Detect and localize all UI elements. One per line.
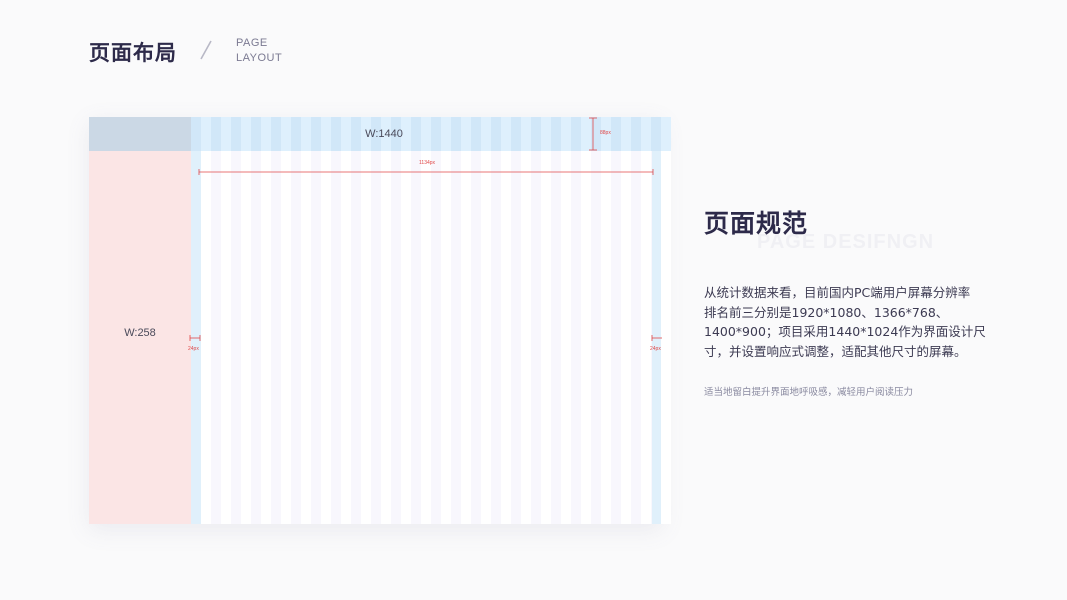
grid-column bbox=[421, 151, 431, 524]
grid-column bbox=[301, 151, 311, 524]
grid-column bbox=[661, 151, 671, 524]
spec-note: 适当地留白提升界面地呼吸感，减轻用户阅读压力 bbox=[704, 387, 914, 398]
grid-column bbox=[361, 151, 371, 524]
sidebar-header-corner bbox=[89, 117, 191, 151]
grid-column bbox=[601, 151, 611, 524]
spec-line: 排名前三分别是1920*1080、1366*768、 bbox=[704, 304, 949, 320]
grid-column bbox=[481, 151, 491, 524]
grid-column bbox=[561, 151, 571, 524]
grid-column bbox=[221, 151, 231, 524]
grid-column bbox=[581, 151, 591, 524]
left-margin-area bbox=[191, 151, 201, 524]
grid-column-header bbox=[661, 117, 671, 151]
spec-line: 从统计数据来看，目前国内PC端用户屏幕分辨率 bbox=[704, 285, 971, 300]
spec-line: 寸，并设置响应式调整，适配其他尺寸的屏幕。 bbox=[704, 343, 967, 359]
page-subtitle-line2: LAYOUT bbox=[236, 52, 283, 64]
grid-column bbox=[621, 151, 631, 524]
grid-column bbox=[241, 151, 251, 524]
grid-column-header bbox=[641, 117, 651, 151]
grid-column bbox=[541, 151, 551, 524]
layout-diagram: W:1440 W:258 88px 1134px 24px 24px bbox=[89, 117, 671, 524]
grid-column bbox=[341, 151, 351, 524]
page-subtitle-line1: PAGE bbox=[236, 37, 268, 49]
grid-column-header bbox=[621, 117, 631, 151]
page-title: 页面布局 bbox=[89, 41, 177, 65]
sidebar-width-label: W:258 bbox=[124, 327, 156, 339]
grid-column-header bbox=[581, 117, 591, 151]
grid-column bbox=[381, 151, 391, 524]
grid-column bbox=[461, 151, 471, 524]
grid-column bbox=[641, 151, 651, 524]
spec-title: 页面规范 bbox=[704, 209, 809, 238]
grid-column bbox=[321, 151, 331, 524]
page-subtitle: PAGE LAYOUT bbox=[236, 36, 282, 66]
grid-column bbox=[401, 151, 411, 524]
grid-column bbox=[201, 151, 211, 524]
grid-column bbox=[441, 151, 451, 524]
topbar-width-label: W:1440 bbox=[365, 128, 403, 140]
grid-column bbox=[281, 151, 291, 524]
right-margin-label: 24px bbox=[650, 346, 661, 352]
grid-column bbox=[521, 151, 531, 524]
spec-description: 从统计数据来看，目前国内PC端用户屏幕分辨率 排名前三分别是1920*1080、… bbox=[704, 283, 1004, 361]
grid-column bbox=[261, 151, 271, 524]
slash-divider bbox=[200, 40, 212, 60]
grid-column bbox=[501, 151, 511, 524]
content-width-label: 1134px bbox=[419, 160, 436, 166]
spec-line: 1400*900；项目采用1440*1024作为界面设计尺 bbox=[704, 324, 986, 339]
header-height-label: 88px bbox=[600, 130, 611, 136]
left-margin-label: 24px bbox=[188, 346, 199, 352]
